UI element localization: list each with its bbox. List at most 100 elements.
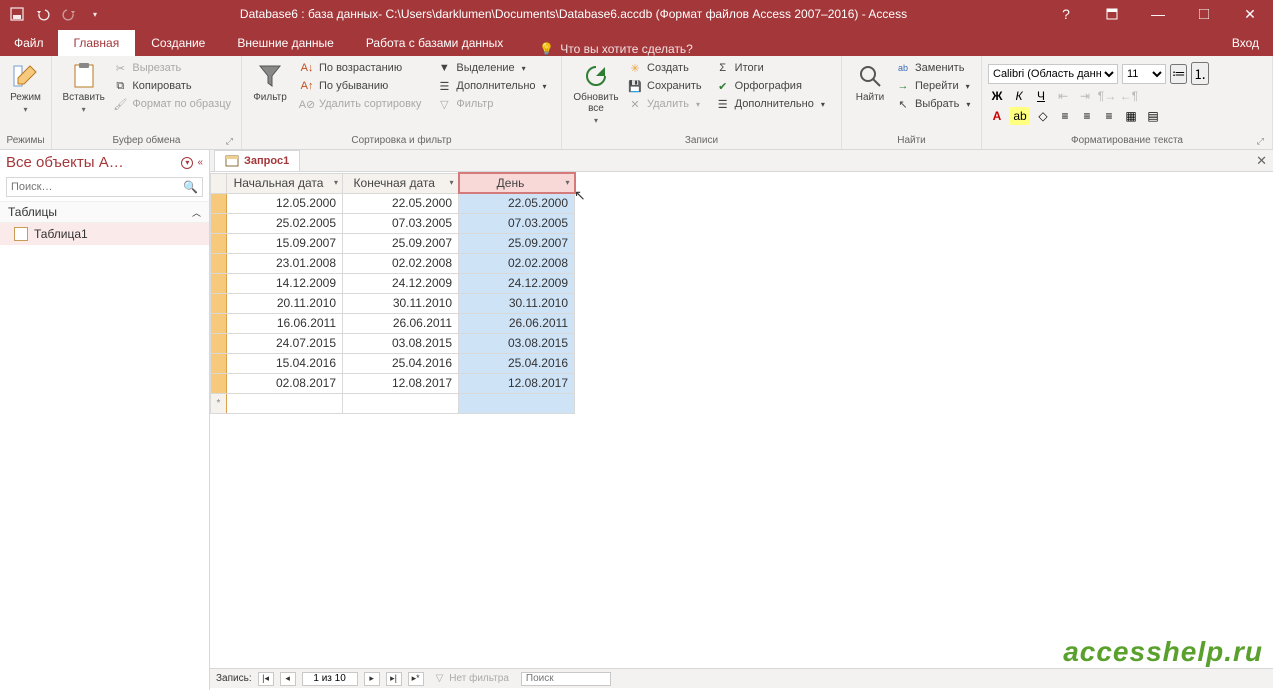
column-header[interactable]: Конечная дата▾ [343,173,459,193]
column-dropdown-icon[interactable]: ▾ [565,178,569,187]
underline-button[interactable]: Ч [1032,87,1050,105]
selection-filter-button[interactable]: ▼Выделение▾ [433,60,550,76]
row-selector[interactable] [211,333,227,353]
grid-cell[interactable]: 25.04.2016 [343,353,459,373]
grid-cell[interactable] [227,393,343,413]
copy-button[interactable]: ⧉Копировать [109,78,235,94]
grid-cell[interactable]: 24.12.2009 [459,273,575,293]
new-row-selector[interactable]: * [211,393,227,413]
column-header[interactable]: День▾ [459,173,575,193]
tell-me-search[interactable]: 💡 Что вы хотите сделать? [539,42,693,56]
grid-cell[interactable]: 23.01.2008 [227,253,343,273]
spelling-button[interactable]: ✔Орфография [712,78,829,94]
nav-menu-icon[interactable]: ▾ [181,157,193,169]
bold-button[interactable]: Ж [988,87,1006,105]
sort-desc-button[interactable]: A↑По убыванию [296,78,425,94]
nav-search-input[interactable] [7,181,179,193]
replace-button[interactable]: abЗаменить [892,60,974,76]
grid-cell[interactable]: 02.02.2008 [343,253,459,273]
bullets-button[interactable]: ≔ [1170,64,1187,84]
grid-cell[interactable]: 24.12.2009 [343,273,459,293]
align-left-button[interactable]: ≡ [1056,107,1074,125]
next-record-button[interactable]: ▸ [364,672,380,686]
grid-cell[interactable]: 30.11.2010 [459,293,575,313]
indent-dec-button[interactable]: ⇤ [1054,87,1072,105]
format-painter-button[interactable]: 🖌Формат по образцу [109,96,235,112]
clear-sort-button[interactable]: A⊘Удалить сортировку [296,96,425,112]
save-icon[interactable] [8,5,26,23]
row-selector[interactable] [211,213,227,233]
grid-cell[interactable] [343,393,459,413]
more-records-button[interactable]: ☰Дополнительно▾ [712,96,829,112]
paste-button[interactable]: Вставить ▾ [58,58,109,114]
refresh-all-button[interactable]: Обновить все ▾ [568,58,624,125]
grid-cell[interactable]: 02.08.2017 [227,373,343,393]
sort-asc-button[interactable]: A↓По возрастанию [296,60,425,76]
grid-cell[interactable]: 03.08.2015 [459,333,575,353]
tab-external[interactable]: Внешние данные [221,30,350,56]
align-center-button[interactable]: ≡ [1078,107,1096,125]
nav-collapse-icon[interactable]: « [197,157,203,168]
minimize-button[interactable]: — [1135,0,1181,28]
document-tab-query1[interactable]: Запрос1 [214,150,300,171]
nav-search[interactable]: 🔍 [6,177,203,197]
clipboard-dialog-icon[interactable]: ⤢ [226,136,233,147]
select-button[interactable]: ↖Выбрать▾ [892,96,974,112]
help-button[interactable]: ? [1043,0,1089,28]
tab-file[interactable]: Файл [0,30,58,56]
grid-cell[interactable]: 15.09.2007 [227,233,343,253]
grid-cell[interactable]: 03.08.2015 [343,333,459,353]
totals-button[interactable]: ΣИтоги [712,60,829,76]
delete-record-button[interactable]: ✕Удалить▾ [624,96,706,112]
grid-cell[interactable]: 22.05.2000 [343,193,459,213]
row-selector[interactable] [211,353,227,373]
grid-cell[interactable]: 26.06.2011 [343,313,459,333]
last-record-button[interactable]: ▸| [386,672,402,686]
grid-cell[interactable]: 25.02.2005 [227,213,343,233]
grid-cell[interactable]: 02.02.2008 [459,253,575,273]
highlight-button[interactable]: ab [1010,107,1030,125]
nav-title[interactable]: Все объекты A… [6,154,124,171]
record-position-input[interactable] [302,672,358,686]
ribbon-display-button[interactable] [1089,0,1135,28]
nav-item-table1[interactable]: Таблица1 [0,223,209,245]
grid-cell[interactable]: 22.05.2000 [459,193,575,213]
row-selector[interactable] [211,233,227,253]
nav-category-tables[interactable]: Таблицы ︿ [0,201,209,223]
new-record-nav-button[interactable]: ▸* [408,672,424,686]
advanced-filter-button[interactable]: ☰Дополнительно▾ [433,78,550,94]
italic-button[interactable]: К [1010,87,1028,105]
close-document-button[interactable]: ✕ [1256,153,1267,169]
grid-cell[interactable]: 24.07.2015 [227,333,343,353]
grid-cell[interactable]: 25.09.2007 [459,233,575,253]
format-dialog-icon[interactable]: ⤢ [1257,136,1264,147]
maximize-button[interactable] [1181,0,1227,28]
column-dropdown-icon[interactable]: ▾ [449,178,453,187]
grid-cell[interactable]: 15.04.2016 [227,353,343,373]
qat-customize-icon[interactable]: ▾ [86,5,104,23]
grid-cell[interactable]: 14.12.2009 [227,273,343,293]
alt-row-button[interactable]: ▤ [1144,107,1162,125]
tab-dbtools[interactable]: Работа с базами данных [350,30,519,56]
row-selector[interactable] [211,273,227,293]
indent-inc-button[interactable]: ⇥ [1076,87,1094,105]
column-header[interactable]: Начальная дата▾ [227,173,343,193]
new-record-button[interactable]: ✳Создать [624,60,706,76]
tab-create[interactable]: Создание [135,30,221,56]
gridlines-button[interactable]: ▦ [1122,107,1140,125]
grid-cell[interactable]: 20.11.2010 [227,293,343,313]
grid-cell[interactable]: 30.11.2010 [343,293,459,313]
row-selector[interactable] [211,193,227,213]
search-icon[interactable]: 🔍 [179,180,202,194]
view-button[interactable]: Режим ▾ [6,58,45,114]
grid-cell[interactable]: 12.05.2000 [227,193,343,213]
signin-button[interactable]: Вход [1218,30,1273,56]
grid-cell[interactable]: 25.09.2007 [343,233,459,253]
first-record-button[interactable]: |◂ [258,672,274,686]
close-button[interactable]: ✕ [1227,0,1273,28]
prev-record-button[interactable]: ◂ [280,672,296,686]
record-search-input[interactable] [521,672,611,686]
toggle-filter-button[interactable]: ▽Фильтр [433,96,550,112]
ltr-button[interactable]: ¶→ [1098,87,1116,105]
grid-cell[interactable]: 12.08.2017 [343,373,459,393]
